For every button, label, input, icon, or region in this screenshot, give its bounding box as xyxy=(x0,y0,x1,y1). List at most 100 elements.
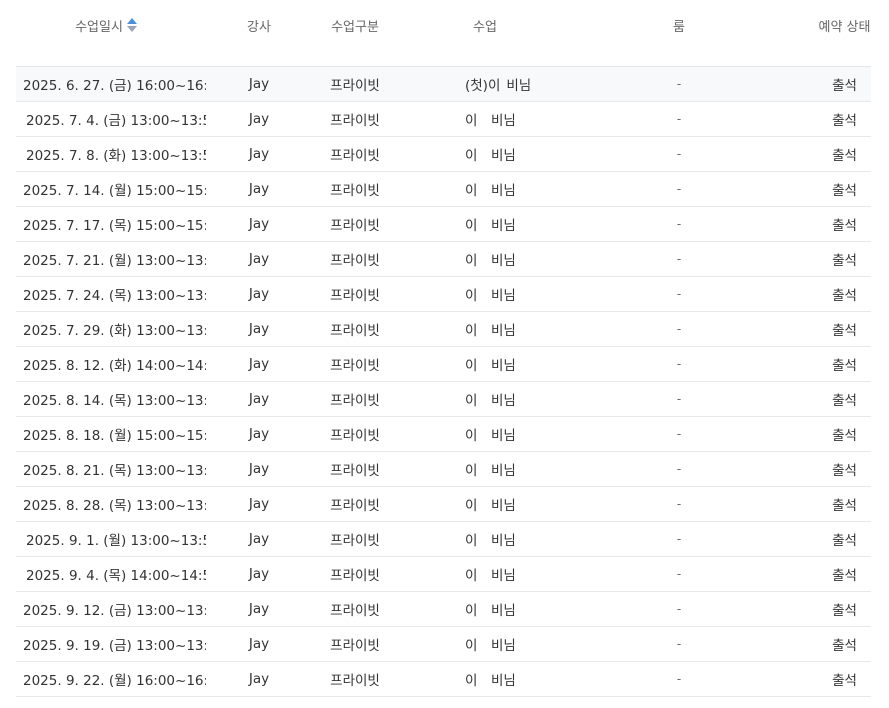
name-redaction-mask xyxy=(480,136,492,171)
cell-teacher: Jay xyxy=(206,626,308,662)
cell-date: 2025. 7. 4. (금) 13:00~13:50 xyxy=(16,101,206,137)
cell-room: - xyxy=(578,486,730,522)
cell-type-text: 프라이빗 xyxy=(330,358,380,374)
table-row[interactable]: 2025. 9. 1. (월) 13:00~13:50 Jay 프라이빗 이 비님 - 출석 xyxy=(16,521,871,557)
table-row[interactable]: 2025. 9. 4. (목) 14:00~14:50 Jay 프라이빗 이 비님 - 출석 xyxy=(16,556,871,592)
header-lesson-label: 수업 xyxy=(473,19,497,35)
cell-lesson: 이 비님 xyxy=(418,241,578,277)
cell-status-text: 출석 xyxy=(832,603,857,619)
cell-type: 프라이빗 xyxy=(308,521,418,557)
cell-type-text: 프라이빗 xyxy=(330,148,380,164)
cell-teacher: Jay xyxy=(206,521,308,557)
cell-type-text: 프라이빗 xyxy=(330,533,380,549)
name-redaction-mask xyxy=(480,486,492,521)
cell-room-text: - xyxy=(676,567,682,581)
table-row[interactable]: 2025. 7. 29. (화) 13:00~13:50 Jay 프라이빗 이 비님 - 출… xyxy=(16,311,871,347)
cell-teacher-text: Jay xyxy=(248,146,270,162)
cell-date-text: 2025. 9. 1. (월) 13:00~13:50 xyxy=(26,533,206,549)
cell-date-text: 2025. 6. 27. (금) 16:00~16:50 xyxy=(23,78,206,94)
header-date[interactable]: 수업일시 xyxy=(16,0,206,67)
header-teacher-label: 강사 xyxy=(247,19,271,35)
cell-teacher: Jay xyxy=(206,381,308,417)
header-status-label: 예약 상태 xyxy=(818,19,871,35)
cell-status: 출석 xyxy=(730,311,871,347)
cell-room-text: - xyxy=(676,427,682,441)
table-row[interactable]: 2025. 7. 21. (월) 13:00~13:50 Jay 프라이빗 이 비님 - 출… xyxy=(16,241,871,277)
cell-lesson-name-part2: 비님 xyxy=(491,603,516,619)
cell-teacher-text: Jay xyxy=(248,76,270,92)
cell-lesson: 이 비님 xyxy=(418,416,578,452)
cell-type-text: 프라이빗 xyxy=(330,218,380,234)
cell-date: 2025. 8. 28. (목) 13:00~13:50 xyxy=(16,486,206,522)
table-row[interactable]: 2025. 9. 12. (금) 13:00~13:50 Jay 프라이빗 이 비님 - 출… xyxy=(16,591,871,627)
cell-room-text: - xyxy=(676,637,682,651)
cell-status-text: 출석 xyxy=(832,148,857,164)
cell-type-text: 프라이빗 xyxy=(330,323,380,339)
cell-room: - xyxy=(578,626,730,662)
header-room: 룸 xyxy=(578,0,730,67)
lesson-history-panel: 수업일시 강사 수업구분 수업 룸 예약 상태 2025. 6. 27. (금)… xyxy=(0,0,889,708)
cell-status: 출석 xyxy=(730,66,871,102)
table-row[interactable]: 2025. 8. 18. (월) 15:00~15:50 Jay 프라이빗 이 비님 - 출… xyxy=(16,416,871,452)
table-row[interactable]: 2025. 9. 22. (월) 16:00~16:50 Jay 프라이빗 이 비님 - 출… xyxy=(16,661,871,697)
name-redaction-mask xyxy=(480,241,492,276)
cell-type-text: 프라이빗 xyxy=(330,78,380,94)
sort-updown-icon[interactable] xyxy=(126,18,137,32)
cell-status-text: 출석 xyxy=(832,358,857,374)
table-row[interactable]: 2025. 7. 4. (금) 13:00~13:50 Jay 프라이빗 이 비님 - 출석 xyxy=(16,101,871,137)
cell-type: 프라이빗 xyxy=(308,591,418,627)
cell-lesson-name-part2: 비님 xyxy=(506,78,532,94)
cell-type-text: 프라이빗 xyxy=(330,253,380,269)
table-row[interactable]: 2025. 7. 14. (월) 15:00~15:50 Jay 프라이빗 이 비님 - 출… xyxy=(16,171,871,207)
table-row[interactable]: 2025. 7. 24. (목) 13:00~13:50 Jay 프라이빗 이 비님 - 출… xyxy=(16,276,871,312)
cell-teacher-text: Jay xyxy=(248,321,270,337)
table-row[interactable]: 2025. 8. 21. (목) 13:00~13:50 Jay 프라이빗 이 비님 - 출… xyxy=(16,451,871,487)
cell-room: - xyxy=(578,416,730,452)
cell-status: 출석 xyxy=(730,556,871,592)
table-body: 2025. 6. 27. (금) 16:00~16:50 Jay 프라이빗 (첫)이 비… xyxy=(16,66,871,697)
cell-lesson-name-part1: (첫)이 xyxy=(465,78,501,94)
cell-status: 출석 xyxy=(730,486,871,522)
cell-room: - xyxy=(578,276,730,312)
cell-date-text: 2025. 8. 28. (목) 13:00~13:50 xyxy=(23,498,206,514)
cell-type: 프라이빗 xyxy=(308,276,418,312)
table-row[interactable]: 2025. 6. 27. (금) 16:00~16:50 Jay 프라이빗 (첫)이 비… xyxy=(16,66,871,102)
cell-date: 2025. 7. 8. (화) 13:00~13:50 xyxy=(16,136,206,172)
cell-status: 출석 xyxy=(730,626,871,662)
cell-room-text: - xyxy=(676,462,682,476)
cell-type-text: 프라이빗 xyxy=(330,568,380,584)
cell-type: 프라이빗 xyxy=(308,416,418,452)
cell-status-text: 출석 xyxy=(832,428,857,444)
cell-status: 출석 xyxy=(730,136,871,172)
cell-date: 2025. 9. 4. (목) 14:00~14:50 xyxy=(16,556,206,592)
cell-lesson-name-part2: 비님 xyxy=(491,428,516,444)
cell-room-text: - xyxy=(676,182,682,196)
table-row[interactable]: 2025. 8. 28. (목) 13:00~13:50 Jay 프라이빗 이 비님 - 출… xyxy=(16,486,871,522)
table-row[interactable]: 2025. 8. 12. (화) 14:00~14:50 Jay 프라이빗 이 비님 - 출… xyxy=(16,346,871,382)
cell-date-text: 2025. 8. 12. (화) 14:00~14:50 xyxy=(23,358,206,374)
cell-type-text: 프라이빗 xyxy=(330,428,380,444)
name-redaction-mask xyxy=(480,521,492,556)
cell-teacher-text: Jay xyxy=(248,496,270,512)
table-row[interactable]: 2025. 9. 19. (금) 13:00~13:50 Jay 프라이빗 이 비님 - 출… xyxy=(16,626,871,662)
name-redaction-mask xyxy=(480,556,492,591)
cell-teacher-text: Jay xyxy=(248,461,270,477)
table-row[interactable]: 2025. 7. 17. (목) 15:00~15:50 Jay 프라이빗 이 비님 - 출… xyxy=(16,206,871,242)
cell-room: - xyxy=(578,241,730,277)
cell-date: 2025. 7. 21. (월) 13:00~13:50 xyxy=(16,241,206,277)
cell-date-text: 2025. 7. 4. (금) 13:00~13:50 xyxy=(26,113,206,129)
cell-lesson-name-part2: 비님 xyxy=(491,183,516,199)
table-row[interactable]: 2025. 7. 8. (화) 13:00~13:50 Jay 프라이빗 이 비님 - 출석 xyxy=(16,136,871,172)
cell-type: 프라이빗 xyxy=(308,381,418,417)
cell-lesson: 이 비님 xyxy=(418,591,578,627)
cell-teacher: Jay xyxy=(206,206,308,242)
cell-date: 2025. 9. 1. (월) 13:00~13:50 xyxy=(16,521,206,557)
cell-status-text: 출석 xyxy=(832,113,857,129)
cell-room: - xyxy=(578,556,730,592)
cell-status-text: 출석 xyxy=(832,288,857,304)
cell-lesson-name-part2: 비님 xyxy=(491,253,516,269)
cell-status-text: 출석 xyxy=(832,463,857,479)
cell-lesson-name-part2: 비님 xyxy=(491,638,516,654)
table-row[interactable]: 2025. 8. 14. (목) 13:00~13:50 Jay 프라이빗 이 비님 - 출… xyxy=(16,381,871,417)
cell-teacher: Jay xyxy=(206,66,308,102)
